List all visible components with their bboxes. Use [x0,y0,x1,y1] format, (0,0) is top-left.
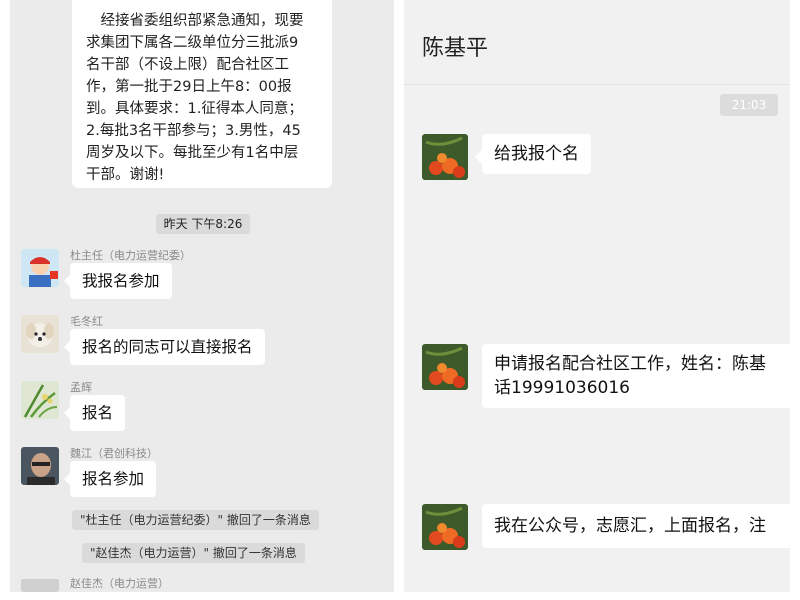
sender-name: 赵佳杰（电力运营） [70,577,169,590]
sender-name: 魏江（君创科技） [70,447,158,460]
recall-notice: "杜主任（电力运营纪委）" 撤回了一条消息 [72,510,319,530]
notice-line: 到。具体要求：1.征得本人同意； [86,101,303,117]
chat-message: 杜主任（电力运营纪委） 我报名参加 [10,247,394,307]
message-line: 给我报个名 [494,144,579,164]
divider [404,84,790,85]
chat-title: 陈基平 [422,36,489,61]
message-line: 申请报名配合社区工作，姓名：陈基 [494,354,766,374]
message-line: 话19991036016 [494,378,630,398]
notice-line: 名干部（不设上限）配合社区工 [86,57,289,73]
puppy-avatar[interactable] [21,315,59,353]
fruit-avatar[interactable] [422,134,468,180]
notice-line: 求集团下属各二级单位分三批派9 [86,35,299,51]
notice-message-bubble[interactable]: 经接省委组织部紧急通知，现要 求集团下属各二级单位分三批派9 名干部（不设上限）… [72,0,332,188]
orchid-avatar[interactable] [21,381,59,419]
chat-message: 孟辉 报名 [10,379,394,439]
fruit-avatar[interactable] [422,344,468,390]
chat-message: 魏江（君创科技） 报名参加 [10,445,394,505]
message-bubble[interactable]: 我报名参加 [64,263,172,299]
timestamp-chip: 昨天 下午8:26 [156,214,250,234]
message-bubble[interactable]: 我在公众号，志愿汇，上面报名，注 [482,504,790,548]
chat-message: 毛冬红 报名的同志可以直接报名 [10,313,394,373]
message-bubble[interactable]: 报名的同志可以直接报名 [64,329,265,365]
private-chat-panel: 陈基平 21:03 给我报个名 申请报名配合社区工作，姓名：陈基 话199910… [404,0,790,592]
avatar[interactable] [21,578,59,592]
message-bubble[interactable]: 报名参加 [63,461,157,497]
notice-line: 2.每批3名干部参与；3.男性，45 [86,123,301,139]
message-bubble[interactable]: 报名 [63,395,126,431]
portrait-avatar[interactable] [21,447,59,485]
group-chat-panel: 经接省委组织部紧急通知，现要 求集团下属各二级单位分三批派9 名干部（不设上限）… [10,0,394,592]
recall-notice: "赵佳杰（电力运营）" 撤回了一条消息 [82,543,305,563]
fruit-avatar[interactable] [422,504,468,550]
sender-name: 毛冬红 [70,315,103,328]
message-bubble[interactable]: 申请报名配合社区工作，姓名：陈基 话19991036016 [482,344,790,408]
notice-line: 干部。谢谢! [86,167,165,183]
timestamp-chip: 21:03 [720,94,778,116]
message-bubble[interactable]: 给我报个名 [475,134,591,174]
cartoon-worker-avatar[interactable] [21,249,59,287]
sender-name: 孟辉 [70,381,92,394]
notice-line: 经接省委组织部紧急通知，现要 [86,13,304,29]
sender-name: 杜主任（电力运营纪委） [70,249,191,262]
notice-line: 作，第一批于29日上午8：00报 [86,79,292,95]
notice-line: 周岁及以下。每批至少有1名中层 [86,145,299,161]
message-line: 我在公众号，志愿汇，上面报名，注 [494,516,766,536]
